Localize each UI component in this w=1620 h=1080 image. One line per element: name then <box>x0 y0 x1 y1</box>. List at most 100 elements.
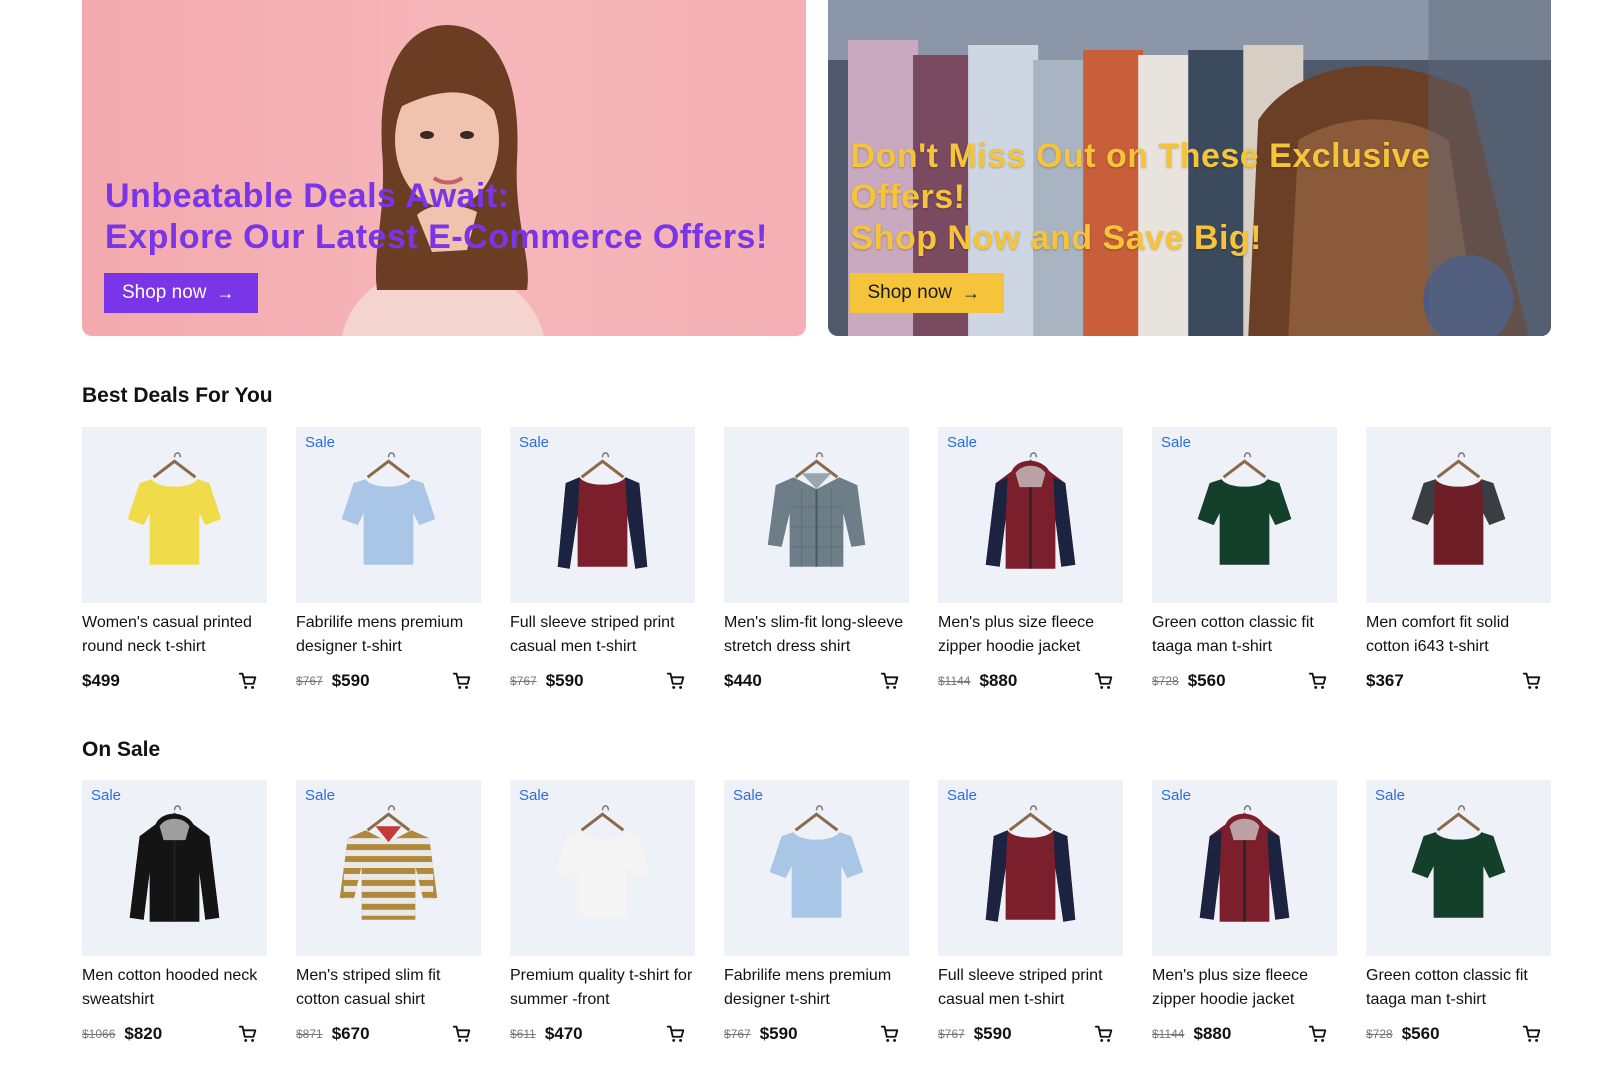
product-thumbnail[interactable] <box>1366 427 1551 603</box>
cart-icon[interactable] <box>1521 670 1543 692</box>
product-card[interactable]: Sale Men's plus size fleece zipper hoodi… <box>1152 780 1337 1045</box>
shop-now-button[interactable]: Shop now → <box>849 273 1004 313</box>
product-card[interactable]: Sale Premium quality t-shirt for summer … <box>510 780 695 1045</box>
product-card[interactable]: Men's slim-fit long-sleeve stretch dress… <box>724 427 909 692</box>
cart-icon[interactable] <box>665 670 687 692</box>
sale-badge: Sale <box>91 787 122 804</box>
product-name[interactable]: Green cotton classic fit taaga man t-shi… <box>1366 964 1551 1012</box>
product-image[interactable] <box>724 427 909 603</box>
cart-icon[interactable] <box>451 1023 473 1045</box>
promo-banners: Unbeatable Deals Await: Explore Our Late… <box>82 0 1551 336</box>
sale-badge: Sale <box>519 434 550 451</box>
product-name[interactable]: Men's plus size fleece zipper hoodie jac… <box>938 611 1123 659</box>
product-card[interactable]: Sale Men's striped slim fit cotton casua… <box>296 780 481 1045</box>
product-image[interactable] <box>1366 427 1551 603</box>
cart-icon[interactable] <box>1093 1023 1115 1045</box>
cart-icon[interactable] <box>451 670 473 692</box>
cart-icon[interactable] <box>1307 1023 1329 1045</box>
current-price: $499 <box>82 671 120 690</box>
product-card[interactable]: Sale Men cotton hooded neck sweatshirt $… <box>82 780 267 1045</box>
cart-icon[interactable] <box>879 670 901 692</box>
product-card[interactable]: Sale Green cotton classic fit taaga man … <box>1152 427 1337 692</box>
cart-icon[interactable] <box>1307 670 1329 692</box>
cart-icon[interactable] <box>237 1023 259 1045</box>
product-thumbnail[interactable]: Sale <box>1152 780 1337 956</box>
product-thumbnail[interactable]: Sale <box>296 780 481 956</box>
promo-banner-deals: Unbeatable Deals Await: Explore Our Late… <box>82 0 806 336</box>
product-card[interactable]: Sale Fabrilife mens premium designer t-s… <box>724 780 909 1045</box>
product-thumbnail[interactable]: Sale <box>510 780 695 956</box>
current-price: $440 <box>724 671 762 690</box>
product-name[interactable]: Men cotton hooded neck sweatshirt <box>82 964 267 1012</box>
product-name[interactable]: Men's slim-fit long-sleeve stretch dress… <box>724 611 909 659</box>
product-image[interactable] <box>510 427 695 603</box>
cart-icon[interactable] <box>1521 1023 1543 1045</box>
section-title-best-deals: Best Deals For You <box>82 384 273 407</box>
sale-badge: Sale <box>305 434 336 451</box>
product-name[interactable]: Men comfort fit solid cotton i643 t-shir… <box>1366 611 1551 659</box>
product-name[interactable]: Men's plus size fleece zipper hoodie jac… <box>1152 964 1337 1012</box>
product-thumbnail[interactable]: Sale <box>82 780 267 956</box>
price-row: $728 $560 <box>1152 670 1337 692</box>
product-card[interactable]: Sale Green cotton classic fit taaga man … <box>1366 780 1551 1045</box>
product-name[interactable]: Green cotton classic fit taaga man t-shi… <box>1152 611 1337 659</box>
current-price: $367 <box>1366 671 1404 690</box>
shop-now-button[interactable]: Shop now → <box>104 273 258 313</box>
original-price: $767 <box>724 1027 751 1041</box>
current-price: $470 <box>544 1024 583 1043</box>
product-name[interactable]: Full sleeve striped print casual men t-s… <box>510 611 695 659</box>
product-image[interactable] <box>938 427 1123 603</box>
product-name[interactable]: Full sleeve striped print casual men t-s… <box>938 964 1123 1012</box>
product-thumbnail[interactable]: Sale <box>724 780 909 956</box>
price-row: $871 $670 <box>296 1023 481 1045</box>
product-image[interactable] <box>938 780 1123 956</box>
original-price: $767 <box>510 674 537 688</box>
current-price: $560 <box>1401 1024 1440 1043</box>
product-image[interactable] <box>510 780 695 956</box>
product-thumbnail[interactable]: Sale <box>938 427 1123 603</box>
original-price: $767 <box>296 674 323 688</box>
current-price: $880 <box>1193 1024 1232 1043</box>
price-row: $767 $590 <box>510 670 695 692</box>
product-name[interactable]: Premium quality t-shirt for summer -fron… <box>510 964 695 1012</box>
product-card[interactable]: Sale Full sleeve striped print casual me… <box>938 780 1123 1045</box>
cart-icon[interactable] <box>237 670 259 692</box>
product-card[interactable]: Sale Men's plus size fleece zipper hoodi… <box>938 427 1123 692</box>
price-row: $1066 $820 <box>82 1023 267 1045</box>
product-thumbnail[interactable]: Sale <box>510 427 695 603</box>
product-thumbnail[interactable]: Sale <box>938 780 1123 956</box>
product-image[interactable] <box>296 427 481 603</box>
product-name[interactable]: Fabrilife mens premium designer t-shirt <box>296 611 481 659</box>
product-card[interactable]: Women's casual printed round neck t-shir… <box>82 427 267 692</box>
product-thumbnail[interactable] <box>724 427 909 603</box>
banner-headline: Don't Miss Out on These Exclusive Offers… <box>850 137 1431 257</box>
product-card[interactable]: Men comfort fit solid cotton i643 t-shir… <box>1366 427 1551 692</box>
product-card[interactable]: Sale Full sleeve striped print casual me… <box>510 427 695 692</box>
cart-icon[interactable] <box>665 1023 687 1045</box>
arrow-right-icon: → <box>962 282 981 303</box>
product-name[interactable]: Fabrilife mens premium designer t-shirt <box>724 964 909 1012</box>
product-card[interactable]: Sale Fabrilife mens premium designer t-s… <box>296 427 481 692</box>
promo-banner-exclusive: Don't Miss Out on These Exclusive Offers… <box>827 0 1551 336</box>
product-image[interactable] <box>724 780 909 956</box>
price-row: $1144 $880 <box>938 670 1123 692</box>
product-image[interactable] <box>1152 780 1337 956</box>
product-image[interactable] <box>82 780 267 956</box>
cart-icon[interactable] <box>1093 670 1115 692</box>
product-image[interactable] <box>82 427 267 603</box>
product-thumbnail[interactable]: Sale <box>1366 780 1551 956</box>
product-image[interactable] <box>1152 427 1337 603</box>
cart-icon[interactable] <box>879 1023 901 1045</box>
price-row: $767 $590 <box>296 670 481 692</box>
original-price: $728 <box>1366 1027 1393 1041</box>
original-price: $871 <box>296 1027 323 1041</box>
product-name[interactable]: Men's striped slim fit cotton casual shi… <box>296 964 481 1012</box>
original-price: $728 <box>1152 674 1179 688</box>
sale-badge: Sale <box>519 787 550 804</box>
product-image[interactable] <box>1366 780 1551 956</box>
product-image[interactable] <box>296 780 481 956</box>
product-thumbnail[interactable]: Sale <box>296 427 481 603</box>
product-thumbnail[interactable]: Sale <box>1152 427 1337 603</box>
product-thumbnail[interactable] <box>82 427 267 603</box>
product-name[interactable]: Women's casual printed round neck t-shir… <box>82 611 267 659</box>
